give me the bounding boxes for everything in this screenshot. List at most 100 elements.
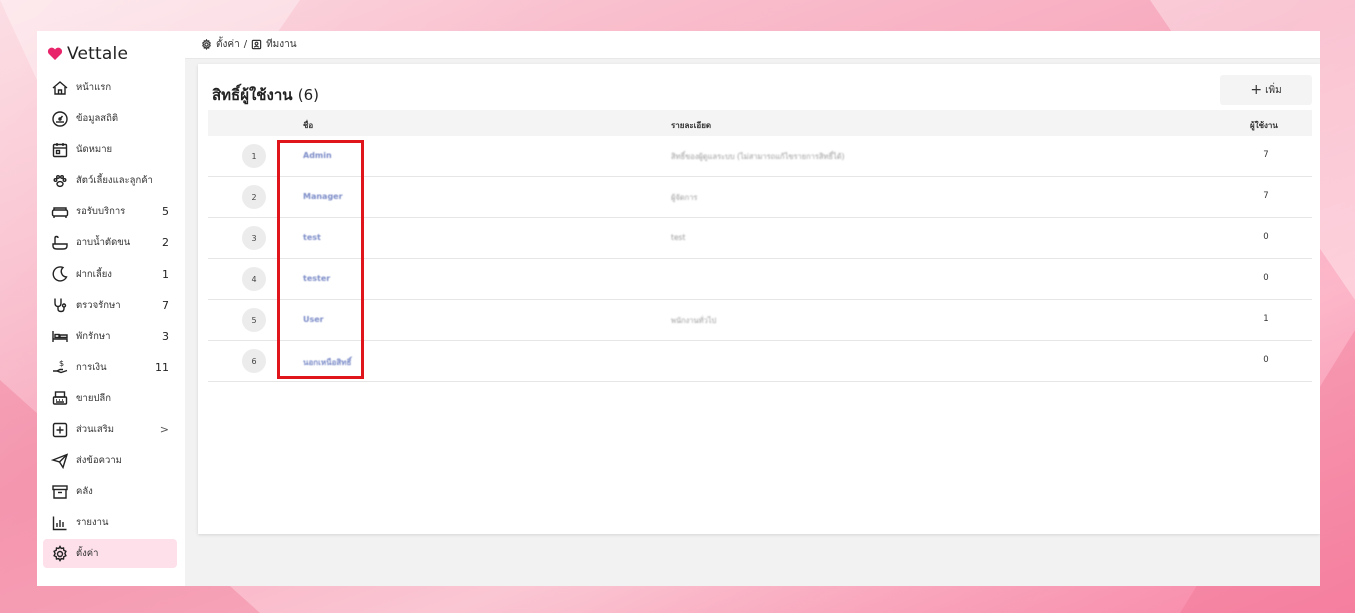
- page-title: สิทธิ์ผู้ใช้งาน (6): [212, 83, 319, 107]
- sidebar-item-label: ส่วนเสริม: [76, 424, 115, 436]
- row-user-count: 0: [1263, 355, 1269, 365]
- cash-register-icon: [50, 388, 70, 408]
- row-number-badge: 5: [242, 308, 266, 332]
- row-number-badge: 6: [242, 349, 266, 373]
- home-icon: [50, 78, 70, 98]
- sidebar-item-archive[interactable]: คลัง: [43, 477, 177, 506]
- row-detail: พนักงานทั่วไป: [671, 316, 717, 325]
- sidebar-item-label: คลัง: [76, 486, 93, 498]
- row-name-link[interactable]: User: [303, 315, 324, 324]
- table-row[interactable]: 3 test test 0: [208, 218, 1312, 259]
- sidebar-item-bathtub[interactable]: อาบน้ำตัดขน 2: [43, 228, 177, 257]
- row-name-link[interactable]: นอกเหนือสิทธิ์: [303, 356, 351, 369]
- column-header-name[interactable]: ชื่อ: [303, 119, 313, 132]
- gear-icon: [202, 39, 211, 50]
- sidebar-item-label: ข้อมูลสถิติ: [76, 113, 119, 125]
- brand-name: Vettale: [67, 44, 129, 64]
- row-number-badge: 1: [242, 144, 266, 168]
- permissions-table: ชื่อ รายละเอียด ผู้ใช้งาน 1 Admin สิทธิ์ขอ…: [208, 110, 1312, 382]
- table-row[interactable]: 4 tester 0: [208, 259, 1312, 300]
- money-hand-icon: $: [50, 357, 70, 377]
- svg-text:$: $: [59, 359, 64, 368]
- sidebar-item-bar-chart[interactable]: รายงาน: [43, 508, 177, 537]
- sidebar-nav: หน้าแรกข้อมูลสถิตินัดหมายสัตว์เลี้ยงและล…: [43, 73, 177, 571]
- sidebar-item-home[interactable]: หน้าแรก: [43, 73, 177, 102]
- gauge-icon: [50, 109, 70, 129]
- sidebar-item-label: หน้าแรก: [76, 82, 112, 93]
- calendar-icon: [50, 140, 70, 160]
- row-number-badge: 4: [242, 267, 266, 291]
- sidebar-item-paper-plane[interactable]: ส่งข้อความ: [43, 446, 177, 475]
- bar-chart-icon: [50, 513, 70, 533]
- row-name-link[interactable]: Admin: [303, 151, 332, 160]
- breadcrumb: ตั้งค่า / ทีมงาน: [201, 37, 297, 52]
- sidebar-item-label: ตรวจรักษา: [76, 299, 121, 311]
- paw-icon: [50, 171, 70, 191]
- sidebar: Vettale หน้าแรกข้อมูลสถิตินัดหมายสัตว์เล…: [37, 31, 185, 586]
- sidebar-item-stethoscope[interactable]: ตรวจรักษา 7: [43, 291, 177, 320]
- row-user-count: 1: [1263, 314, 1269, 324]
- sidebar-item-count: 11: [155, 360, 169, 374]
- table-row[interactable]: 2 Manager ผู้จัดการ 7: [208, 177, 1312, 218]
- moon-icon: [50, 264, 70, 284]
- plus-icon: +: [1250, 82, 1263, 98]
- breadcrumb-settings[interactable]: ตั้งค่า: [216, 37, 240, 52]
- gear-icon: [50, 544, 70, 564]
- sidebar-item-count: 3: [162, 329, 169, 343]
- sidebar-item-moon[interactable]: ฝากเลี้ยง 1: [43, 260, 177, 289]
- row-detail: test: [671, 233, 686, 242]
- sidebar-item-plus-square[interactable]: ส่วนเสริม >: [43, 415, 177, 444]
- heart-logo-icon: [47, 47, 63, 60]
- column-header-detail[interactable]: รายละเอียด: [671, 119, 711, 132]
- permissions-card: สิทธิ์ผู้ใช้งาน (6) + เพิ่ม ชื่อ รายละเอ…: [198, 64, 1320, 534]
- row-user-count: 0: [1263, 232, 1269, 242]
- add-button[interactable]: + เพิ่ม: [1220, 75, 1312, 105]
- chevron-right-icon[interactable]: >: [160, 423, 169, 436]
- archive-icon: [50, 482, 70, 502]
- sidebar-item-label: พักรักษา: [76, 330, 111, 342]
- sidebar-item-gear[interactable]: ตั้งค่า: [43, 539, 177, 569]
- row-number-badge: 3: [242, 226, 266, 250]
- add-button-label: เพิ่ม: [1265, 84, 1282, 96]
- plus-square-icon: [50, 420, 70, 440]
- row-user-count: 7: [1263, 191, 1269, 201]
- stethoscope-icon: [50, 295, 70, 315]
- breadcrumb-team: ทีมงาน: [266, 39, 297, 50]
- column-header-users[interactable]: ผู้ใช้งาน: [1250, 119, 1278, 132]
- brand-logo[interactable]: Vettale: [47, 43, 128, 65]
- sidebar-item-label: ขายปลีก: [76, 392, 111, 404]
- sidebar-item-label: อาบน้ำตัดขน: [76, 237, 131, 249]
- sidebar-item-gauge[interactable]: ข้อมูลสถิติ: [43, 104, 177, 133]
- sidebar-item-bed[interactable]: พักรักษา 3: [43, 322, 177, 351]
- sidebar-item-count: 1: [162, 267, 169, 281]
- row-number-badge: 2: [242, 185, 266, 209]
- page-title-text: สิทธิ์ผู้ใช้งาน: [212, 86, 293, 104]
- row-detail: สิทธิ์ของผู้ดูแลระบบ (ไม่สามารถแก้ไขรายก…: [671, 152, 845, 161]
- sidebar-item-label: ส่งข้อความ: [76, 455, 122, 467]
- bed-icon: [50, 326, 70, 346]
- bathtub-icon: [50, 233, 70, 253]
- sidebar-item-cash-register[interactable]: ขายปลีก: [43, 384, 177, 413]
- row-user-count: 7: [1263, 150, 1269, 160]
- sidebar-item-sofa[interactable]: รอรับบริการ 5: [43, 197, 177, 226]
- row-detail: ผู้จัดการ: [671, 193, 698, 202]
- table-header: ชื่อ รายละเอียด ผู้ใช้งาน: [208, 110, 1312, 136]
- top-bar: ตั้งค่า / ทีมงาน: [185, 31, 1320, 59]
- sidebar-item-label: ตั้งค่า: [76, 548, 99, 560]
- row-user-count: 0: [1263, 273, 1269, 283]
- table-row[interactable]: 1 Admin สิทธิ์ของผู้ดูแลระบบ (ไม่สามารถแก้…: [208, 136, 1312, 177]
- row-name-link[interactable]: tester: [303, 274, 330, 283]
- sidebar-item-label: นัดหมาย: [76, 144, 113, 156]
- page-title-count: (6): [297, 86, 319, 104]
- table-row[interactable]: 5 User พนักงานทั่วไป 1: [208, 300, 1312, 341]
- row-name-link[interactable]: Manager: [303, 192, 343, 201]
- sidebar-item-label: รอรับบริการ: [76, 206, 126, 218]
- row-name-link[interactable]: test: [303, 233, 321, 242]
- sidebar-item-money-hand[interactable]: $ การเงิน 11: [43, 353, 177, 382]
- sidebar-item-paw[interactable]: สัตว์เลี้ยงและลูกค้า: [43, 166, 177, 195]
- breadcrumb-separator: /: [243, 39, 248, 50]
- contact-card-icon: [251, 39, 262, 50]
- sidebar-item-calendar[interactable]: นัดหมาย: [43, 135, 177, 164]
- sidebar-item-count: 5: [162, 205, 169, 219]
- table-row[interactable]: 6 นอกเหนือสิทธิ์ 0: [208, 341, 1312, 382]
